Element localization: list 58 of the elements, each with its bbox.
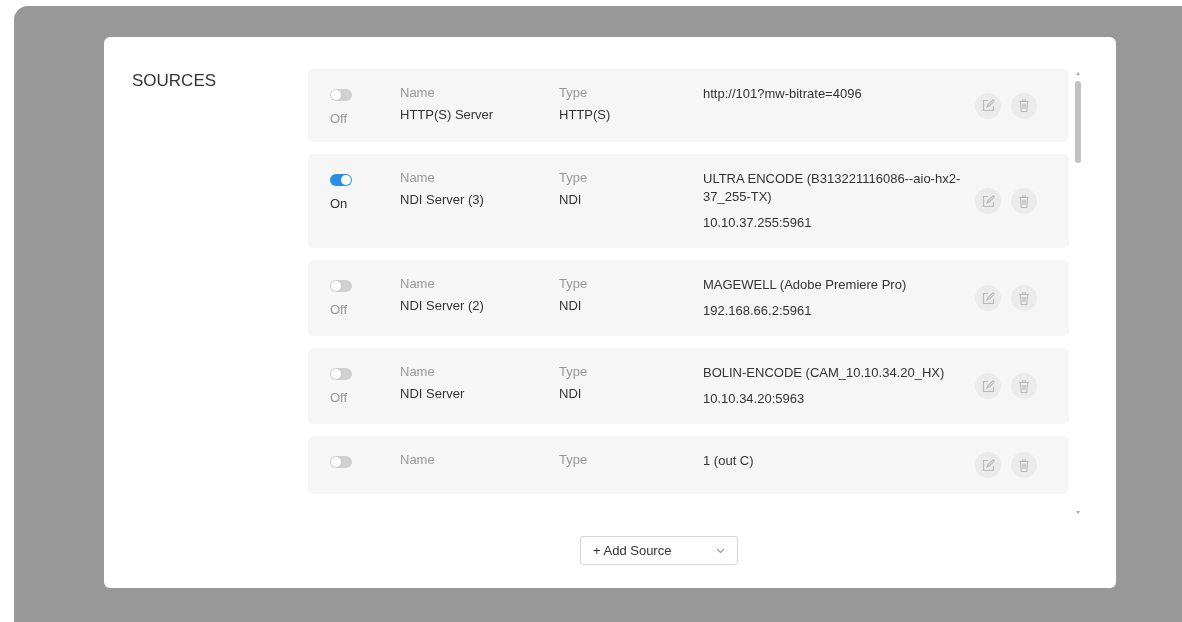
toggle-state-label: On bbox=[330, 196, 349, 211]
source-detail: BOLIN-ENCODE (CAM_10.10.34.20_HX) bbox=[703, 364, 946, 382]
name-value: NDI Server (2) bbox=[400, 298, 485, 313]
source-detail: ULTRA ENCODE (B313221116086--aio-hx2-37_255-TX) bbox=[703, 170, 962, 206]
name-value: NDI Server bbox=[400, 386, 466, 401]
type-value: HTTP(S) bbox=[559, 107, 612, 122]
type-label: Type bbox=[559, 170, 589, 185]
name-label: Name bbox=[400, 170, 436, 185]
trash-icon bbox=[1018, 458, 1030, 472]
edit-icon bbox=[981, 99, 995, 112]
source-detail: 10.10.34.20:5963 bbox=[703, 390, 806, 408]
source-detail: http://101?mw-bitrate=4096 bbox=[703, 85, 863, 103]
edit-icon bbox=[981, 194, 995, 208]
chevron-down-icon bbox=[716, 547, 725, 554]
delete-button[interactable] bbox=[1011, 188, 1037, 214]
trash-icon bbox=[1018, 194, 1030, 208]
type-label: Type bbox=[559, 276, 589, 291]
type-label: Type bbox=[559, 364, 589, 379]
trash-icon bbox=[1018, 291, 1030, 305]
name-label: Name bbox=[400, 85, 436, 100]
type-value: NDI bbox=[559, 298, 583, 313]
trash-icon bbox=[1018, 379, 1030, 393]
delete-button[interactable] bbox=[1011, 285, 1037, 311]
source-detail: 1 (out C) bbox=[703, 452, 755, 470]
toggle-switch[interactable] bbox=[330, 174, 352, 186]
toggle-switch[interactable] bbox=[330, 89, 352, 101]
type-value: NDI bbox=[559, 192, 583, 207]
edit-icon bbox=[981, 379, 995, 393]
edit-button[interactable] bbox=[975, 92, 1001, 119]
section-title: SOURCES bbox=[132, 71, 218, 91]
name-value: HTTP(S) Server bbox=[400, 107, 495, 122]
source-detail: 10.10.37.255:5961 bbox=[703, 214, 813, 232]
edit-button[interactable] bbox=[975, 373, 1001, 399]
trash-icon bbox=[1018, 99, 1030, 112]
toggle-state-label: Off bbox=[330, 390, 349, 405]
source-detail: 192.168.66.2:5961 bbox=[703, 302, 813, 320]
toggle-switch[interactable] bbox=[330, 368, 352, 380]
edit-icon bbox=[981, 458, 995, 472]
add-source-dropdown[interactable]: + Add Source bbox=[580, 536, 738, 565]
type-label: Type bbox=[559, 85, 589, 100]
type-value: NDI bbox=[559, 386, 583, 401]
name-label: Name bbox=[400, 364, 436, 379]
name-label: Name bbox=[400, 276, 436, 291]
toggle-state-label: Off bbox=[330, 302, 349, 317]
delete-button[interactable] bbox=[1011, 92, 1037, 119]
name-value: NDI Server (3) bbox=[400, 192, 485, 207]
edit-button[interactable] bbox=[975, 452, 1001, 478]
source-detail: MAGEWELL (Adobe Premiere Pro) bbox=[703, 276, 908, 294]
toggle-switch[interactable] bbox=[330, 280, 352, 292]
delete-button[interactable] bbox=[1011, 452, 1037, 478]
type-label: Type bbox=[559, 452, 589, 467]
edit-icon bbox=[981, 291, 995, 305]
edit-button[interactable] bbox=[975, 285, 1001, 311]
toggle-switch[interactable] bbox=[330, 456, 352, 468]
toggle-state-label: Off bbox=[330, 111, 349, 126]
name-label: Name bbox=[400, 452, 436, 467]
edit-button[interactable] bbox=[975, 188, 1001, 214]
delete-button[interactable] bbox=[1011, 373, 1037, 399]
